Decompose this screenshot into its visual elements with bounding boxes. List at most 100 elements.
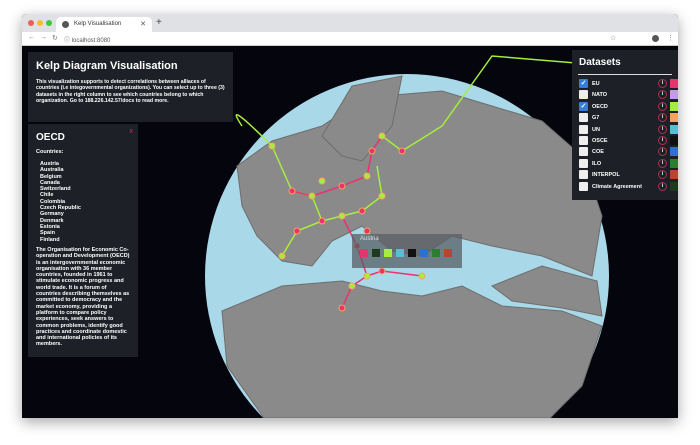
dataset-checkbox[interactable]: ✓ bbox=[579, 101, 588, 111]
dataset-row-eu[interactable]: ✓ EU i bbox=[576, 78, 678, 89]
dataset-name: OSCE bbox=[592, 137, 608, 144]
country-node[interactable] bbox=[268, 142, 276, 150]
dataset-checkbox[interactable] bbox=[579, 113, 588, 123]
profile-avatar[interactable] bbox=[652, 35, 659, 42]
tooltip-swatch bbox=[408, 249, 416, 257]
country-node[interactable] bbox=[398, 147, 406, 155]
dataset-row-nato[interactable]: NATO i bbox=[576, 89, 678, 100]
browser-tab[interactable]: Kelp Visualisation ✕ bbox=[56, 17, 152, 32]
tooltip-swatch bbox=[432, 249, 440, 257]
tooltip-swatch bbox=[384, 249, 392, 257]
countries-label: Countries: bbox=[36, 149, 64, 155]
countries-list[interactable]: Austria Australia Belgium Canada Switzerland… bbox=[36, 161, 130, 241]
minimize-window-button[interactable] bbox=[37, 20, 43, 26]
tooltip-swatch bbox=[420, 249, 428, 257]
country-node[interactable] bbox=[368, 147, 376, 155]
dataset-checkbox[interactable] bbox=[579, 158, 588, 168]
close-tab-icon[interactable]: ✕ bbox=[140, 20, 146, 28]
country-tooltip: Austria bbox=[352, 234, 462, 268]
info-icon[interactable]: i bbox=[658, 113, 667, 123]
browser-window: Kelp Visualisation ✕ + ← → ↻ ⓘ localhost:… bbox=[22, 14, 678, 418]
close-info-button[interactable]: x bbox=[130, 128, 134, 135]
globe-favicon-icon bbox=[62, 21, 69, 28]
dataset-color-swatch bbox=[670, 181, 678, 191]
bookmark-star-icon[interactable]: ☆ bbox=[610, 34, 616, 42]
country-node[interactable] bbox=[338, 304, 346, 312]
dataset-row-g7[interactable]: G7 i bbox=[576, 112, 678, 123]
tooltip-swatch bbox=[372, 249, 380, 257]
dataset-name: EU bbox=[592, 81, 600, 87]
country-node[interactable] bbox=[338, 182, 346, 190]
organization-info-panel: x OECD Countries: Austria Australia Belgiu… bbox=[28, 124, 138, 357]
dataset-checkbox[interactable] bbox=[579, 90, 588, 100]
dataset-row-ilo[interactable]: ILO i bbox=[576, 158, 678, 169]
info-icon[interactable]: i bbox=[658, 101, 667, 111]
tooltip-swatch bbox=[396, 249, 404, 257]
dataset-checkbox[interactable] bbox=[579, 124, 588, 134]
info-icon[interactable]: i bbox=[658, 79, 667, 88]
dataset-color-swatch bbox=[670, 79, 678, 88]
maximize-window-button[interactable] bbox=[46, 20, 52, 26]
dataset-checkbox[interactable] bbox=[579, 147, 588, 157]
organization-description: The Organisation for Economic Co-operati… bbox=[36, 247, 130, 348]
dataset-color-swatch bbox=[670, 90, 678, 100]
tooltip-swatch bbox=[444, 249, 452, 257]
country-node[interactable] bbox=[378, 192, 386, 200]
divider bbox=[578, 74, 672, 75]
close-window-button[interactable] bbox=[28, 20, 34, 26]
dataset-name: OECD bbox=[592, 103, 608, 110]
country-node[interactable] bbox=[378, 132, 386, 140]
country-node[interactable] bbox=[378, 267, 386, 275]
country-node[interactable] bbox=[318, 177, 326, 185]
info-icon[interactable]: i bbox=[658, 124, 667, 134]
country-node[interactable] bbox=[363, 272, 371, 280]
country-node[interactable] bbox=[358, 207, 366, 215]
reload-icon[interactable]: ↻ bbox=[52, 34, 58, 42]
country-node[interactable] bbox=[418, 272, 426, 280]
info-icon[interactable]: i bbox=[658, 135, 667, 145]
dataset-checkbox[interactable]: ✓ bbox=[579, 79, 588, 88]
dataset-row-interpol[interactable]: INTERPOL i bbox=[576, 169, 678, 180]
menu-icon[interactable]: ⋮ bbox=[667, 34, 674, 42]
country-node[interactable] bbox=[363, 172, 371, 180]
country-node[interactable] bbox=[288, 187, 296, 195]
country-node[interactable] bbox=[308, 192, 316, 200]
dataset-checkbox[interactable] bbox=[579, 170, 588, 180]
dataset-row-coe[interactable]: COE i bbox=[576, 146, 678, 157]
tab-title: Kelp Visualisation bbox=[74, 21, 122, 27]
dataset-color-swatch bbox=[670, 124, 678, 134]
dataset-row-osce[interactable]: OSCE i bbox=[576, 135, 678, 146]
info-icon[interactable]: i bbox=[658, 90, 667, 100]
info-icon[interactable]: i bbox=[658, 158, 667, 168]
info-icon[interactable]: i bbox=[658, 147, 667, 157]
country-node[interactable] bbox=[338, 212, 346, 220]
info-icon[interactable]: i bbox=[658, 170, 667, 180]
country-node[interactable] bbox=[293, 227, 301, 235]
country-item[interactable]: Finland bbox=[40, 237, 130, 241]
country-node[interactable] bbox=[278, 252, 286, 260]
dataset-checkbox[interactable] bbox=[579, 135, 588, 145]
dataset-color-swatch bbox=[670, 147, 678, 157]
app-content: Kelp Diagram Visualisation This visualiz… bbox=[22, 46, 678, 418]
new-tab-button[interactable]: + bbox=[156, 17, 162, 28]
dataset-name: INTERPOL bbox=[592, 172, 620, 179]
dataset-name: NATO bbox=[592, 92, 608, 99]
tooltip-country: Austria bbox=[360, 236, 379, 242]
tab-bar: Kelp Visualisation ✕ + bbox=[22, 14, 678, 32]
dataset-color-swatch bbox=[670, 101, 678, 111]
organization-title: OECD bbox=[36, 132, 65, 143]
country-node[interactable] bbox=[348, 282, 356, 290]
dataset-color-swatch bbox=[670, 135, 678, 145]
back-icon[interactable]: ← bbox=[28, 34, 35, 41]
address-bar[interactable]: ⓘ localhost:8080 bbox=[62, 34, 602, 44]
country-node[interactable] bbox=[318, 217, 326, 225]
dataset-row-climate-agreement[interactable]: Climate Agreement i bbox=[576, 181, 678, 192]
info-icon[interactable]: i bbox=[658, 181, 667, 191]
dataset-row-oecd[interactable]: ✓ OECD i bbox=[576, 101, 678, 112]
forward-icon[interactable]: → bbox=[40, 34, 47, 41]
url-text: localhost:8080 bbox=[71, 38, 111, 44]
dataset-checkbox[interactable] bbox=[579, 181, 588, 191]
dataset-name: Climate Agreement bbox=[592, 183, 642, 190]
intro-panel: Kelp Diagram Visualisation This visualiz… bbox=[28, 52, 233, 122]
dataset-row-un[interactable]: UN i bbox=[576, 124, 678, 135]
